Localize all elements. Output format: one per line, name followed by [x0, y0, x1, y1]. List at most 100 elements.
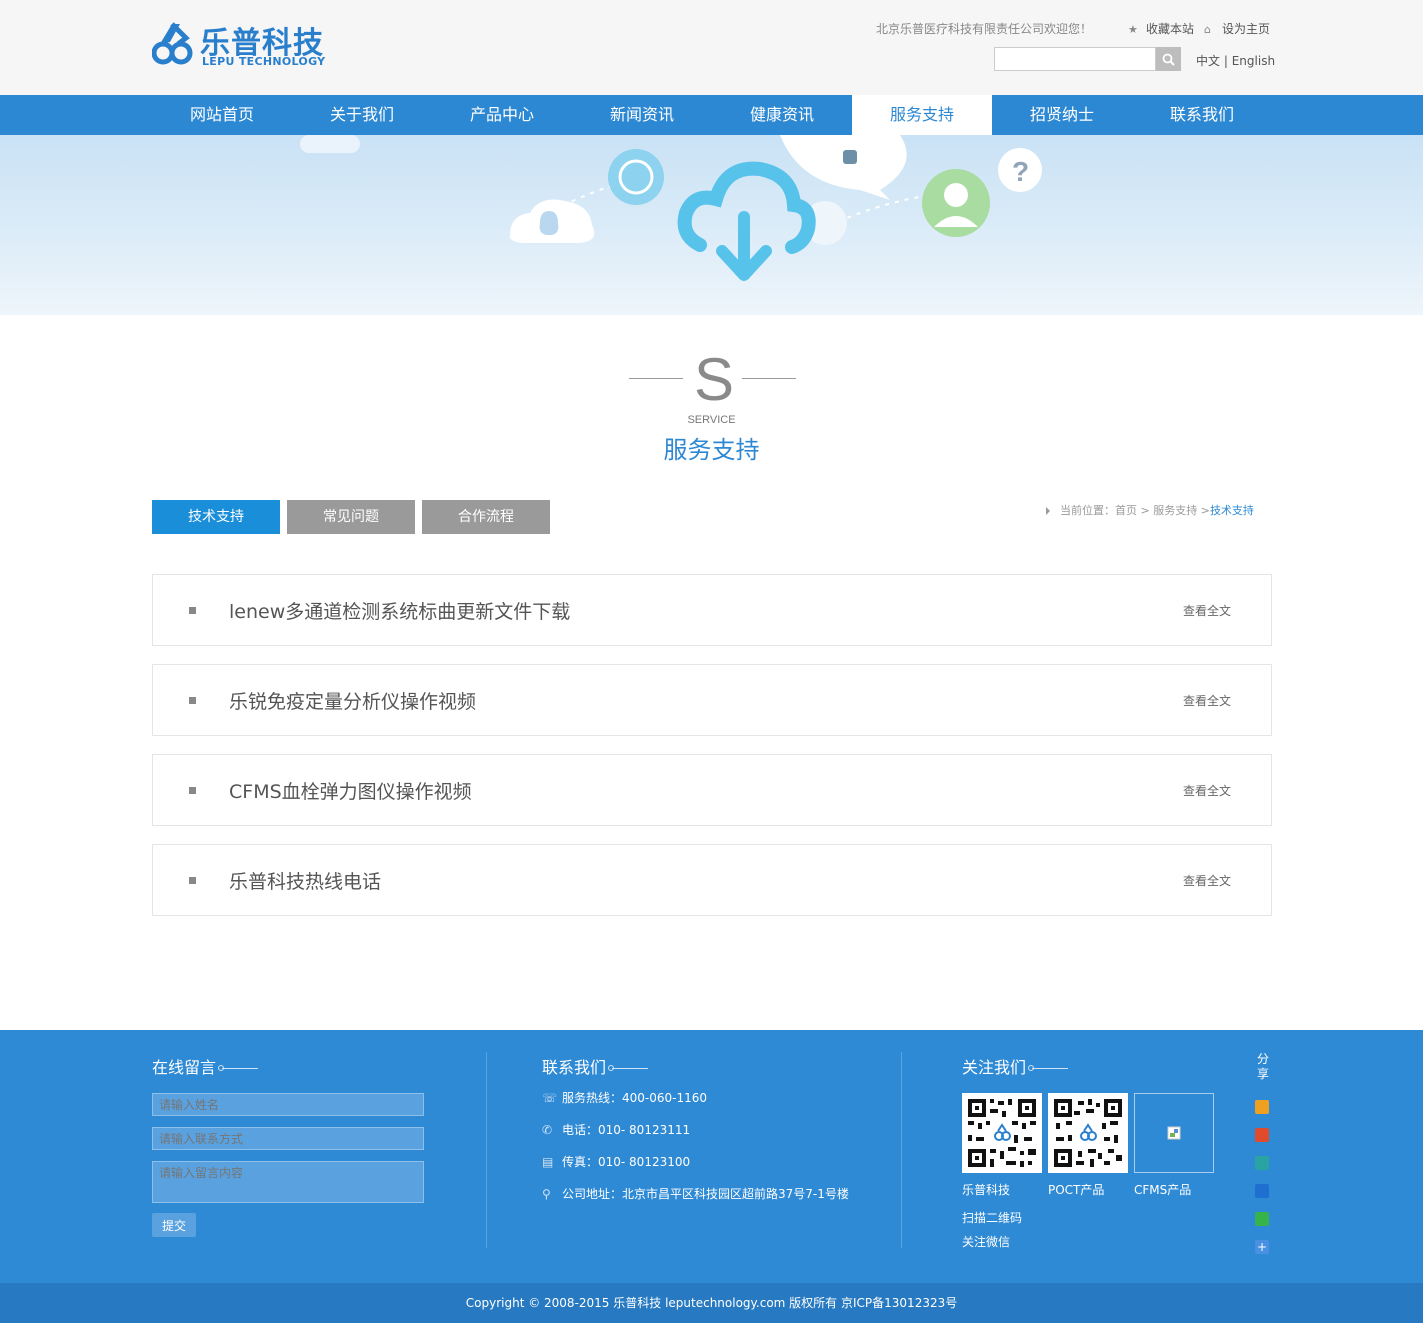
nav-item-health[interactable]: 健康资讯 [712, 95, 852, 135]
nav-item-products[interactable]: 产品中心 [432, 95, 572, 135]
qr-label: POCT产品 [1048, 1183, 1105, 1197]
list-item-title[interactable]: CFMS血栓弹力图仪操作视频 [229, 777, 472, 804]
breadcrumb-current[interactable]: 技术支持 [1210, 504, 1254, 517]
lang-cn-link[interactable]: 中文 [1196, 54, 1220, 68]
scan-note: 扫描二维码 [962, 1211, 1023, 1225]
set-homepage-label: 设为主页 [1222, 22, 1271, 36]
contact-title-text: 联系我们 [542, 1058, 607, 1077]
title-deco [608, 1065, 649, 1071]
submit-button[interactable]: 提交 [152, 1213, 196, 1237]
copyright: Copyright © 2008-2015 乐普科技 leputechnolog… [0, 1283, 1423, 1323]
service-banner: ? [0, 135, 1423, 315]
wechat-share-icon[interactable] [1255, 1212, 1269, 1226]
breadcrumb-prefix: 当前位置： [1060, 504, 1115, 517]
hotline-text: 服务热线：400-060-1160 [562, 1091, 708, 1105]
contact-title: 联系我们 [542, 1054, 649, 1078]
nav-item-contact[interactable]: 联系我们 [1132, 95, 1272, 135]
breadcrumb-sep: > [1200, 504, 1210, 517]
fax-text: 传真：010- 80123100 [562, 1155, 691, 1169]
qr-code-placeholder [1134, 1093, 1214, 1173]
main-nav: 网站首页 关于我们 产品中心 新闻资讯 健康资讯 服务支持 招贤纳士 联系我们 [0, 95, 1423, 135]
home-icon: ⌂ [1204, 23, 1211, 36]
logo-mark-icon [152, 22, 193, 65]
nav-item-news[interactable]: 新闻资讯 [572, 95, 712, 135]
list-item[interactable]: CFMS血栓弹力图仪操作视频 查看全文 [152, 754, 1272, 826]
breadcrumb: 当前位置：首页 > 服务支持 >技术支持 [1046, 502, 1254, 518]
tab-tech-support[interactable]: 技术支持 [152, 500, 280, 534]
contact-field[interactable] [152, 1127, 424, 1150]
list-item[interactable]: lenew多通道检测系统标曲更新文件下载 查看全文 [152, 574, 1272, 646]
breadcrumb-home[interactable]: 首页 [1115, 504, 1137, 517]
breadcrumb-parent[interactable]: 服务支持 [1153, 504, 1197, 517]
qr-code-icon [1048, 1093, 1128, 1173]
read-more-link[interactable]: 查看全文 [1183, 602, 1231, 619]
footer-divider [486, 1052, 487, 1248]
footer: 在线留言 提交 联系我们 ☏ 服务热线：400-060-1160 ✆ 电话：010-… [0, 1030, 1423, 1283]
list-item[interactable]: 乐普科技热线电话 查看全文 [152, 844, 1272, 916]
header: 乐普科技 LEPU TECHNOLOGY 北京乐普医疗科技有限责任公司欢迎您！ … [0, 0, 1423, 95]
share-label: 分享 [1256, 1052, 1269, 1081]
name-field[interactable] [152, 1093, 424, 1116]
location-pin-icon: ⚲ [542, 1187, 551, 1201]
search-button[interactable] [1156, 47, 1181, 71]
logo-text-en: LEPU TECHNOLOGY [202, 55, 326, 68]
search-input[interactable] [994, 47, 1156, 71]
read-more-link[interactable]: 查看全文 [1183, 692, 1231, 709]
renren-share-icon[interactable] [1255, 1184, 1269, 1198]
bullet-icon [189, 697, 196, 704]
list-item[interactable]: 乐锐免疫定量分析仪操作视频 查看全文 [152, 664, 1272, 736]
bullet-icon [189, 877, 196, 884]
list-item-title[interactable]: lenew多通道检测系统标曲更新文件下载 [229, 597, 570, 624]
more-share-icon[interactable]: + [1255, 1240, 1269, 1254]
phone-icon [608, 149, 664, 205]
tab-faq[interactable]: 常见问题 [287, 500, 415, 534]
penguin-icon [539, 211, 559, 235]
bullet-icon [189, 607, 196, 614]
address: ⚲ 公司地址：北京市昌平区科技园区超前路37号7-1号楼 [542, 1185, 849, 1202]
svg-text:?: ? [1012, 156, 1029, 187]
qr-label: CFMS产品 [1134, 1183, 1192, 1197]
exclamation-icon [843, 150, 857, 164]
address-text: 公司地址：北京市昌平区科技园区超前路37号7-1号楼 [562, 1187, 849, 1201]
list-item-title[interactable]: 乐普科技热线电话 [229, 867, 381, 894]
tencent-weibo-share-icon[interactable] [1255, 1156, 1269, 1170]
footer-divider [901, 1052, 902, 1248]
set-homepage-link[interactable]: ⌂ 设为主页 [1204, 20, 1270, 37]
lang-separator: | [1223, 54, 1228, 68]
star-icon: ★ [1128, 23, 1138, 36]
bookmark-link[interactable]: ★ 收藏本站 [1128, 20, 1194, 37]
search-icon [1162, 53, 1175, 66]
banner-illustration: ? [300, 135, 1042, 281]
bullet-icon [189, 787, 196, 794]
title-line-right [742, 378, 796, 379]
breadcrumb-sep: > [1140, 504, 1150, 517]
section-letter: S [694, 346, 735, 413]
hotline: ☏ 服务热线：400-060-1160 [542, 1089, 707, 1106]
title-line-left [629, 378, 683, 379]
read-more-link[interactable]: 查看全文 [1183, 872, 1231, 889]
section-title-en: SERVICE [687, 414, 736, 426]
nav-item-about[interactable]: 关于我们 [292, 95, 432, 135]
fax-icon: ▤ [542, 1155, 554, 1169]
qr-code-icon [962, 1093, 1042, 1173]
message-textarea[interactable] [152, 1161, 424, 1203]
read-more-link[interactable]: 查看全文 [1183, 782, 1231, 799]
phone: ✆ 电话：010- 80123111 [542, 1121, 690, 1138]
lang-en-link[interactable]: English [1232, 54, 1275, 68]
qzone-share-icon[interactable] [1255, 1100, 1269, 1114]
bookmark-label: 收藏本站 [1146, 22, 1195, 36]
follow-title: 关注我们 [962, 1054, 1069, 1078]
follow-title-text: 关注我们 [962, 1058, 1027, 1077]
nav-item-service[interactable]: 服务支持 [852, 95, 992, 135]
nav-item-careers[interactable]: 招贤纳士 [992, 95, 1132, 135]
phone-icon: ✆ [542, 1123, 553, 1137]
follow-note: 关注微信 [962, 1235, 1011, 1249]
tab-cooperation[interactable]: 合作流程 [422, 500, 550, 534]
title-deco [218, 1065, 259, 1071]
welcome-text: 北京乐普医疗科技有限责任公司欢迎您！ [876, 22, 1093, 36]
message-title-text: 在线留言 [152, 1058, 217, 1077]
nav-item-home[interactable]: 网站首页 [152, 95, 292, 135]
list-item-title[interactable]: 乐锐免疫定量分析仪操作视频 [229, 687, 476, 714]
logo[interactable]: 乐普科技 LEPU TECHNOLOGY [152, 18, 327, 70]
weibo-share-icon[interactable] [1255, 1128, 1269, 1142]
